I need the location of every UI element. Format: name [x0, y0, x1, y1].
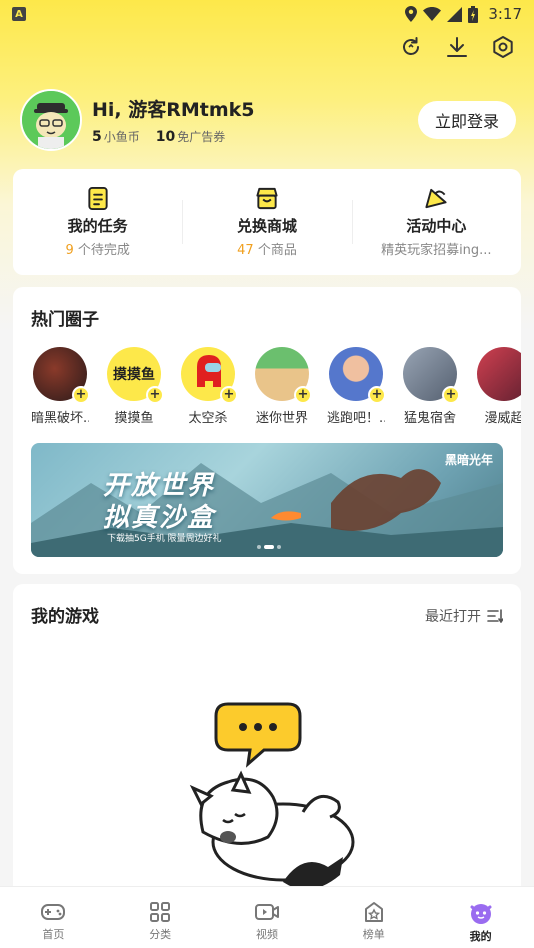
battery-icon	[468, 5, 479, 23]
status-time: 3:17	[488, 5, 522, 23]
circle-avatar: +	[255, 347, 312, 404]
bottom-tab-bar: 首页 分类 视频 榜单 我的	[0, 886, 534, 948]
activity-icon	[425, 188, 447, 209]
mine-icon	[470, 904, 492, 924]
banner-pagination	[257, 545, 281, 549]
quick-action-tasks[interactable]: 我的任务 9 个待完成	[13, 186, 182, 258]
quick-action-shop[interactable]: 兑换商城 47 个商品	[182, 186, 351, 258]
profile-section: Hi, 游客RMtmk5 5 小鱼币 10 免广告券 立即登录	[20, 88, 516, 152]
quick-actions-card: 我的任务 9 个待完成 兑换商城 47 个商品 活动中心 精英玩家招募ing..…	[13, 169, 521, 275]
circle-item-ghost-dorm[interactable]: + 猛鬼宿舍	[401, 347, 460, 426]
page-dot-active	[264, 545, 274, 549]
follow-plus-icon[interactable]: +	[368, 386, 386, 404]
ranking-icon	[364, 902, 383, 922]
tab-home[interactable]: 首页	[0, 887, 107, 948]
banner-subtext: 下载抽5G手机 限量周边好礼	[107, 534, 222, 544]
login-button[interactable]: 立即登录	[418, 101, 516, 139]
circle-avatar	[477, 347, 521, 401]
gamepad-icon	[41, 904, 66, 920]
circle-avatar: +	[403, 347, 460, 404]
my-games-card: 我的游戏 最近打开	[13, 584, 521, 904]
circle-item-marvel[interactable]: 漫威超	[475, 347, 521, 426]
page-dot	[257, 545, 261, 549]
follow-plus-icon[interactable]: +	[294, 386, 312, 404]
banner-scenery	[31, 463, 503, 557]
follow-plus-icon[interactable]: +	[72, 386, 90, 404]
circle-item-mini-world[interactable]: + 迷你世界	[253, 347, 312, 426]
tab-mine[interactable]: 我的	[427, 887, 534, 948]
my-games-title: 我的游戏	[31, 607, 99, 627]
hot-circles-title: 热门圈子	[31, 310, 99, 330]
circle-avatar: +	[329, 347, 386, 404]
circle-avatar: 摸摸鱼 +	[107, 347, 164, 404]
video-icon	[254, 904, 279, 920]
follow-plus-icon[interactable]: +	[220, 386, 238, 404]
tab-video[interactable]: 视频	[214, 887, 321, 948]
circle-avatar: +	[181, 347, 238, 404]
follow-plus-icon[interactable]: +	[442, 386, 460, 404]
tab-category[interactable]: 分类	[107, 887, 214, 948]
quick-action-events[interactable]: 活动中心 精英玩家招募ing...	[351, 186, 521, 258]
top-toolbar	[398, 34, 516, 60]
circle-item-escape[interactable]: + 逃跑吧！...	[327, 347, 386, 426]
circle-item-among-us[interactable]: + 太空杀	[179, 347, 238, 426]
hot-circles-card: 热门圈子 + 暗黑破坏... 摸摸鱼 + 摸摸鱼 + 太空杀 + 迷你世界 + 逃…	[13, 287, 521, 574]
refresh-icon[interactable]	[398, 34, 424, 60]
empty-state-cat-icon	[189, 702, 355, 890]
follow-plus-icon[interactable]: +	[146, 386, 164, 404]
task-icon	[88, 186, 108, 211]
wifi-icon	[423, 7, 442, 21]
user-greeting: Hi, 游客RMtmk5	[92, 99, 255, 121]
avatar-cat-icon	[22, 91, 80, 149]
promo-banner[interactable]: 开放世界 拟真沙盒 下载抽5G手机 限量周边好礼 黑暗光年	[31, 443, 503, 557]
circle-item-diablo[interactable]: + 暗黑破坏...	[31, 347, 90, 426]
page-dot	[277, 545, 281, 549]
download-icon[interactable]	[444, 34, 470, 60]
settings-icon[interactable]	[490, 34, 516, 60]
banner-logo: 黑暗光年	[444, 453, 493, 467]
grid-icon	[150, 902, 171, 922]
coins-stat[interactable]: 5 小鱼币	[92, 128, 140, 145]
status-bar: A 3:17	[0, 0, 534, 28]
signal-icon	[447, 6, 463, 22]
circle-avatar: +	[33, 347, 90, 404]
tab-ranking[interactable]: 榜单	[320, 887, 427, 948]
coupons-stat[interactable]: 10 免广告券	[156, 128, 226, 145]
app-badge-icon: A	[12, 7, 26, 21]
shop-icon	[256, 187, 278, 210]
circle-list: + 暗黑破坏... 摸摸鱼 + 摸摸鱼 + 太空杀 + 迷你世界 + 逃跑吧！..…	[31, 347, 521, 426]
avatar[interactable]	[20, 89, 82, 151]
sort-icon	[487, 609, 503, 623]
sort-recent-button[interactable]: 最近打开	[425, 606, 503, 626]
location-icon	[405, 6, 418, 22]
circle-item-moyu[interactable]: 摸摸鱼 + 摸摸鱼	[105, 347, 164, 426]
banner-headline-2: 拟真沙盒	[103, 503, 216, 533]
